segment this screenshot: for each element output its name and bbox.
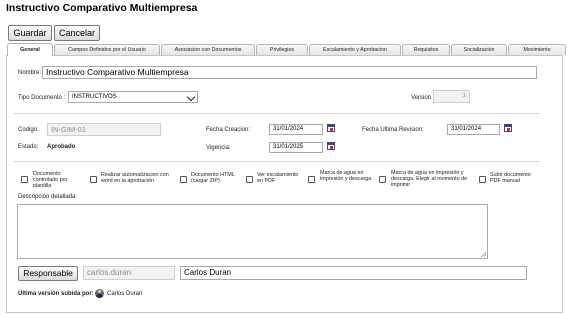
version-colon: :	[428, 95, 430, 101]
tab-asociacion-documentos[interactable]: Asociacion con Documentos	[161, 44, 255, 55]
marca-agua-checkbox-label: Marca de agua en impresión y descarga	[320, 170, 372, 182]
save-button[interactable]: Guardar	[8, 25, 52, 41]
codigo-input: IN-GIM-01	[47, 123, 161, 136]
calendar-icon[interactable]	[504, 124, 512, 132]
fecha-creacion-label: Fecha Creacion:	[206, 127, 251, 133]
tipo-documento-label: Tipo Documento	[18, 95, 62, 101]
estado-value: Aprobado	[47, 144, 76, 150]
tab-bar: General Campos Definidos por el Usuario …	[7, 43, 566, 56]
documento-html-checkbox[interactable]	[180, 176, 187, 183]
tab-privilegios[interactable]: Privilegios	[256, 44, 308, 55]
tab-campos-definidos[interactable]: Campos Definidos por el Usuario	[54, 44, 160, 55]
responsable-user-input: carlos.duran	[83, 266, 175, 280]
ultima-version-label: Ultima versión subida por:	[18, 291, 94, 297]
estado-label: Estado:	[18, 144, 39, 150]
avatar	[95, 289, 104, 298]
automatizacion-word-checkbox-label: Realizar automatizacion con word en la a…	[101, 172, 169, 184]
cancel-button[interactable]: Cancelar	[54, 25, 100, 41]
tipo-documento-value: INSTRUCTIVOS	[72, 94, 117, 100]
pdf-manual-checkbox[interactable]	[479, 176, 486, 183]
responsable-button[interactable]: Responsable	[18, 266, 78, 281]
tipo-documento-colon: :	[64, 95, 66, 101]
plantilla-checkbox[interactable]	[21, 176, 28, 183]
divider	[14, 113, 540, 114]
codigo-label: Codigo:	[18, 127, 39, 133]
fecha-ultima-revision-label: Fecha Ultima Revision	[362, 127, 423, 133]
descripcion-label: Descripción detallada:	[18, 194, 78, 200]
marca-agua-elegir-checkbox[interactable]	[379, 176, 386, 183]
page-title: Instructivo Comparativo Multiempresa	[6, 2, 198, 14]
plantilla-checkbox-label: Documento controlado por plantilla	[33, 171, 68, 189]
fecha-creacion-input[interactable]: 31/01/2024	[269, 124, 323, 135]
calendar-icon[interactable]	[327, 142, 335, 150]
documento-html-checkbox-label: Documento HTML (cargar ZIP)	[191, 172, 235, 184]
tipo-documento-select[interactable]: INSTRUCTIVOS	[68, 91, 198, 103]
resize-handle-icon[interactable]	[481, 252, 486, 257]
tab-escalamiento-aprobacion[interactable]: Escalamiento y Aprobacion	[309, 44, 401, 55]
descripcion-textarea[interactable]	[17, 204, 488, 259]
ultima-version-user: Carlos Duran	[107, 291, 143, 297]
marca-agua-elegir-checkbox-label: Marca de agua en impresión y descarga. E…	[391, 170, 468, 188]
vigencia-label: Vigencia:	[206, 145, 231, 151]
chevron-down-icon	[186, 92, 196, 102]
tab-socializacion[interactable]: Socialización	[451, 44, 507, 55]
vigencia-input[interactable]: 31/01/2025	[269, 142, 323, 153]
tab-movimiento[interactable]: Movimiento	[508, 44, 566, 55]
marca-agua-checkbox[interactable]	[308, 176, 315, 183]
escalamiento-pdf-checkbox[interactable]	[246, 176, 253, 183]
tab-general[interactable]: General	[7, 43, 53, 56]
divider	[14, 161, 540, 162]
pdf-manual-checkbox-label: Subir documento PDF manual	[490, 172, 531, 184]
automatizacion-word-checkbox[interactable]	[90, 176, 97, 183]
fecha-ultima-revision-input[interactable]: 31/01/2024	[447, 124, 500, 135]
escalamiento-pdf-checkbox-label: Ver escalamiento en PDF	[257, 172, 299, 184]
calendar-icon[interactable]	[327, 124, 335, 132]
nombre-label: Nombre:	[18, 70, 42, 76]
tab-requisitos[interactable]: Requisitos	[402, 44, 450, 55]
responsable-name-input[interactable]: Carlos Duran	[180, 266, 527, 280]
version-input: 1	[433, 90, 470, 103]
fecha-ultima-revision-colon: :	[422, 127, 424, 133]
nombre-input[interactable]: Instructivo Comparativo Multiempresa	[42, 66, 537, 79]
